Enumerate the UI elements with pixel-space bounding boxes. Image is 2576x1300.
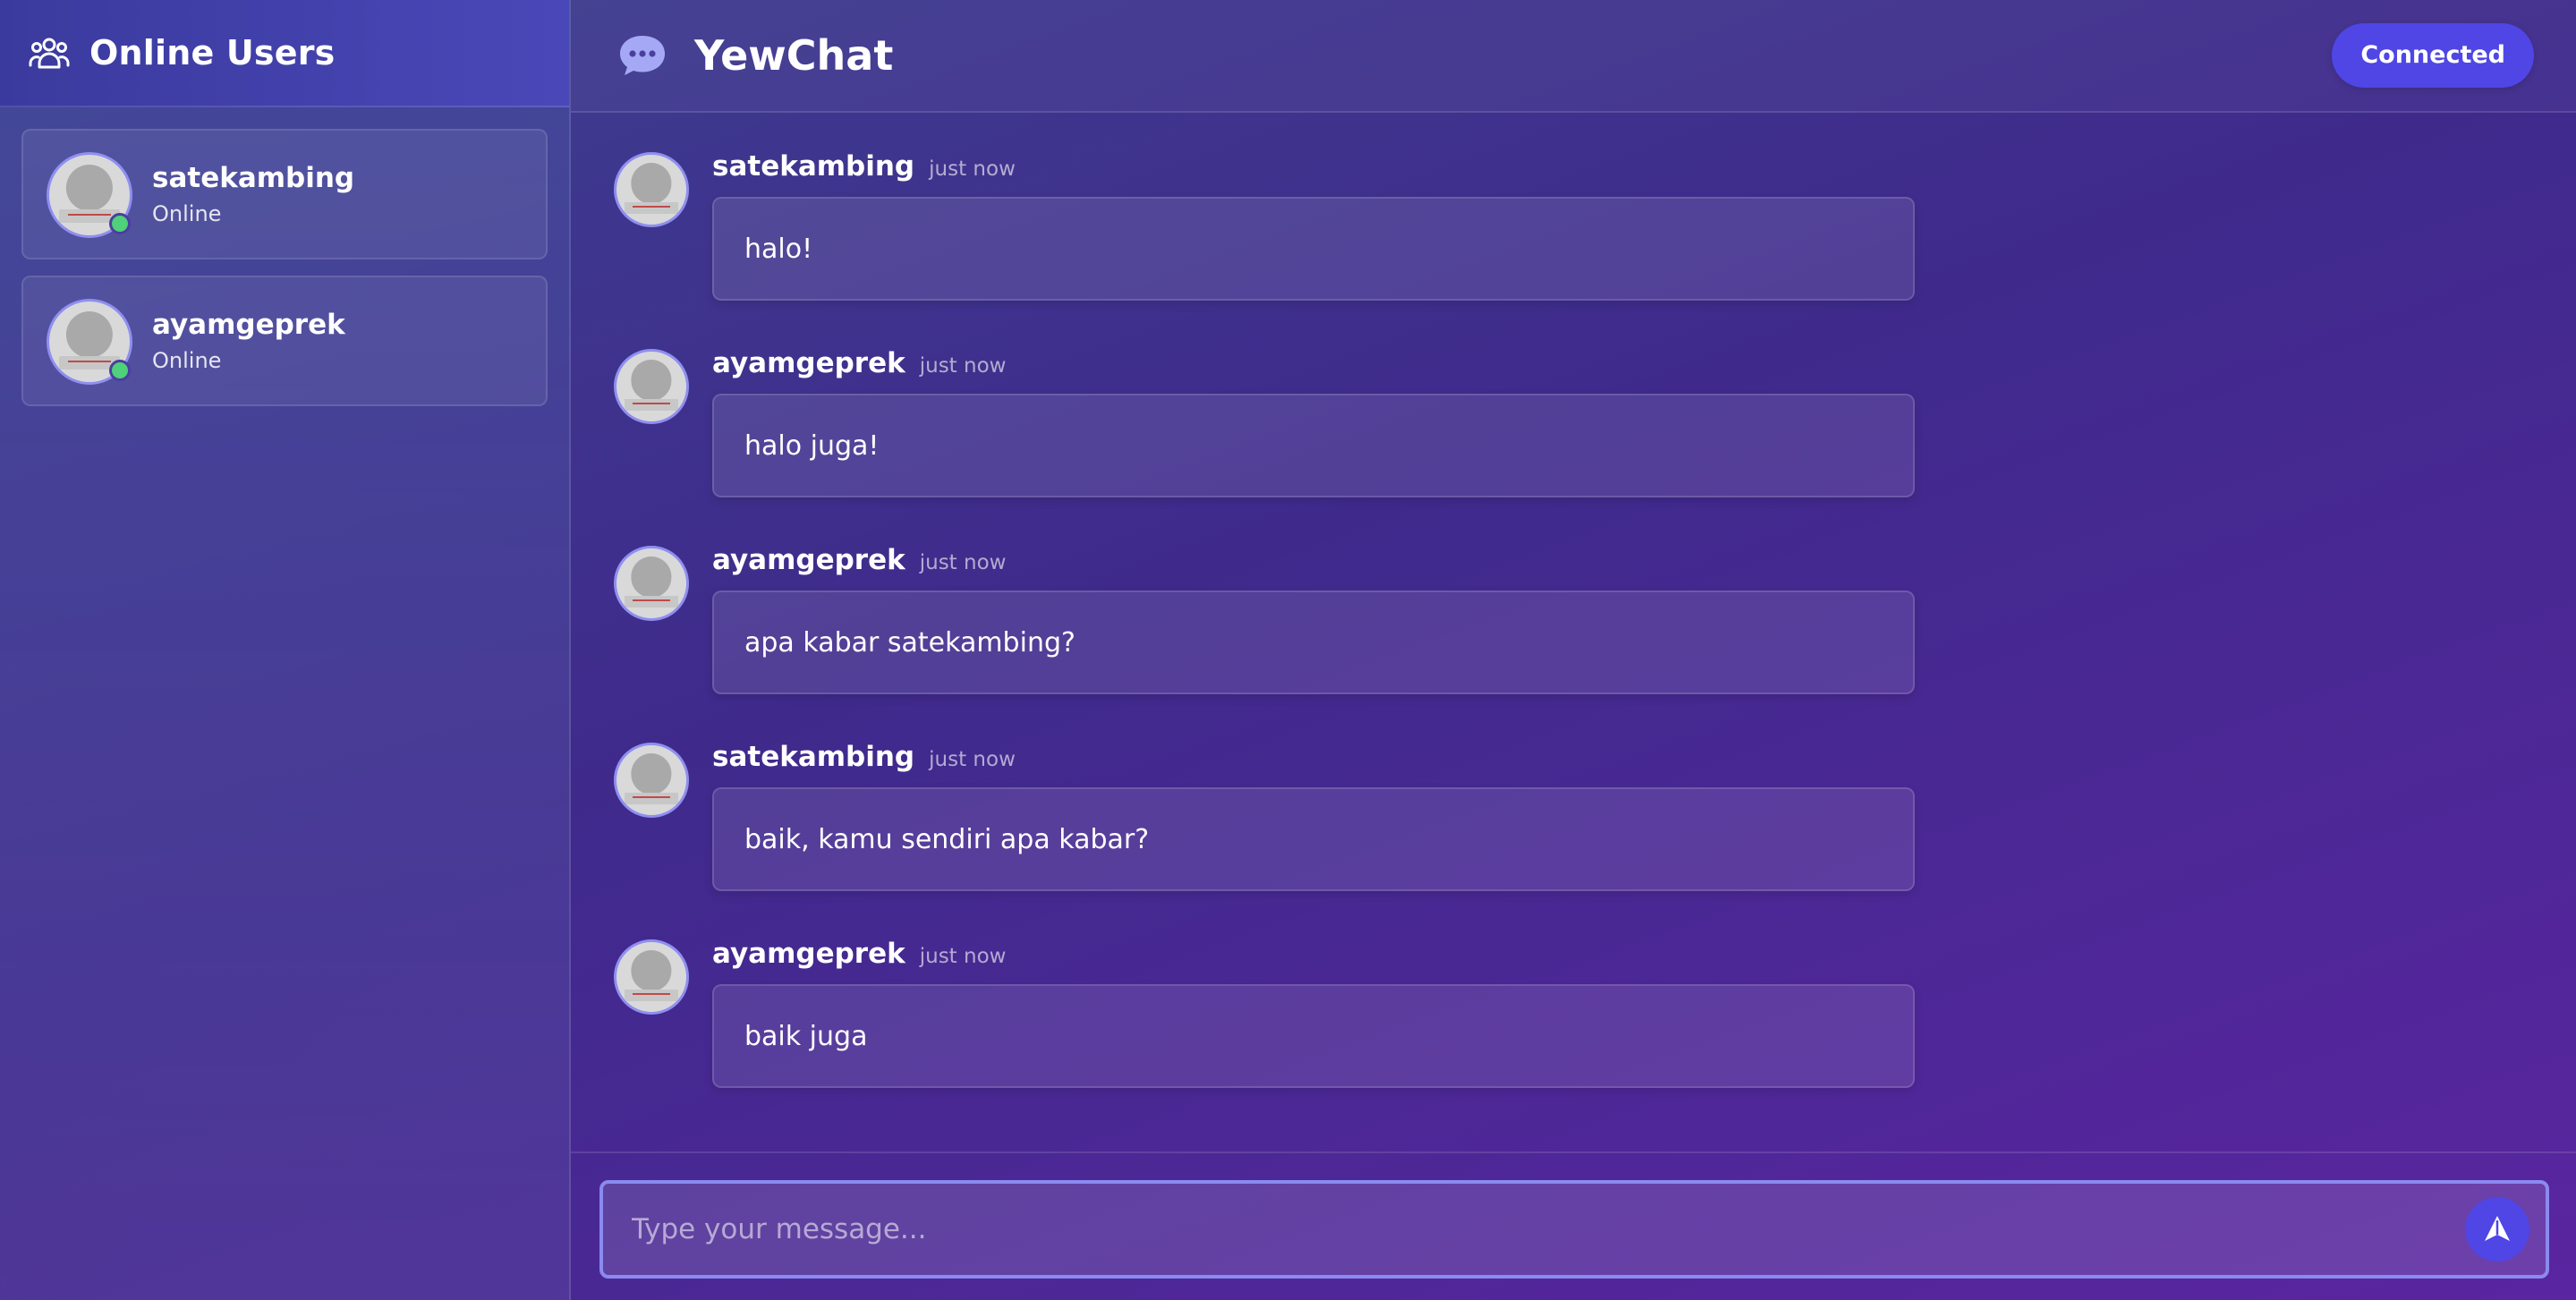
message-timestamp: just now [919,551,1007,574]
message-author: satekambing [712,150,915,183]
message-timestamp: just now [929,157,1016,181]
message-timestamp: just now [919,354,1007,378]
send-icon [2482,1213,2512,1246]
message-author: ayamgeprek [712,347,905,379]
users-icon [29,35,70,71]
message-bubble: halo! [712,197,1915,301]
message-item: satekambing just now baik, kamu sendiri … [614,741,2576,938]
online-user-list: satekambing Online ayamgeprek Online [0,107,569,428]
app-window: Online Users satekambing Online ayamgepr… [0,0,2576,1300]
sidebar: Online Users satekambing Online ayamgepr… [0,0,571,1300]
message-avatar [614,349,689,424]
message-author: ayamgeprek [712,938,905,970]
avatar-wrapper [47,152,132,238]
message-item: satekambing just now halo! [614,150,2576,347]
online-status-dot [109,213,131,234]
app-title: YewChat [694,31,894,80]
message-bubble: baik juga [712,984,1915,1088]
user-card-ayamgeprek[interactable]: ayamgeprek Online [21,276,548,406]
chat-bubble-icon [617,33,667,78]
chat-header: YewChat Connected [571,0,2576,113]
message-item: ayamgeprek just now halo juga! [614,347,2576,544]
sidebar-title: Online Users [89,33,336,72]
message-bubble: baik, kamu sendiri apa kabar? [712,787,1915,891]
message-timestamp: just now [929,748,1016,771]
message-avatar [614,939,689,1015]
user-status: Online [152,201,222,226]
message-item: ayamgeprek just now apa kabar satekambin… [614,544,2576,741]
connection-status-badge: Connected [2332,23,2534,88]
message-avatar [614,743,689,818]
user-info: ayamgeprek Online [152,309,345,373]
user-info: satekambing Online [152,162,354,226]
message-avatar [614,152,689,227]
message-composer [599,1180,2549,1279]
avatar-wrapper [47,299,132,385]
message-bubble: apa kabar satekambing? [712,591,1915,694]
message-input[interactable] [603,1183,2465,1276]
message-author: ayamgeprek [712,544,905,576]
user-name: ayamgeprek [152,309,345,341]
message-list: satekambing just now halo! ayamgeprek ju… [571,113,2576,1300]
composer-area [571,1151,2576,1300]
message-avatar [614,546,689,621]
message-timestamp: just now [919,945,1007,968]
message-author: satekambing [712,741,915,773]
message-item: ayamgeprek just now baik juga [614,938,2576,1134]
message-bubble: halo juga! [712,394,1915,497]
chat-main: YewChat Connected satekambing just now h… [571,0,2576,1300]
send-button[interactable] [2465,1197,2529,1262]
online-status-dot [109,360,131,381]
user-name: satekambing [152,162,355,194]
user-status: Online [152,348,222,373]
sidebar-header: Online Users [0,0,569,107]
user-card-satekambing[interactable]: satekambing Online [21,129,548,259]
